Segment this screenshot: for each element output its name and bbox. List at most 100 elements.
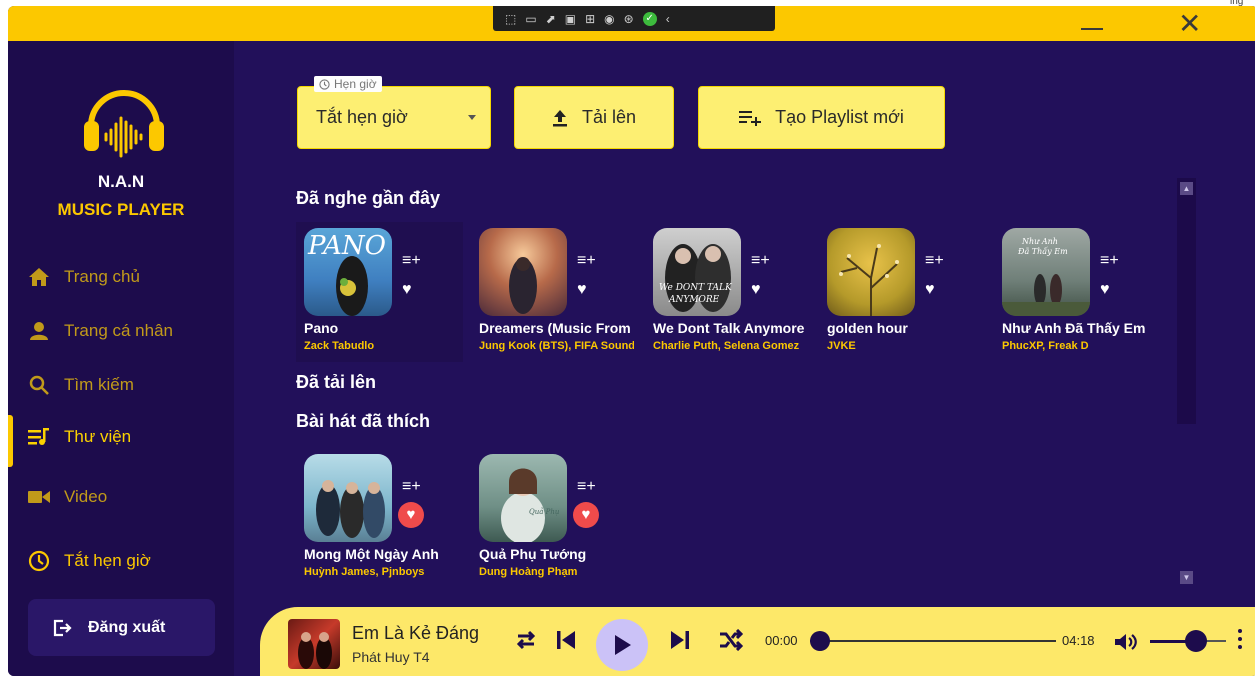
recent-scrollbar[interactable]: ▲ — [1177, 178, 1196, 424]
background-window-text: ing — [1230, 0, 1244, 7]
clock-icon — [28, 550, 50, 572]
song-card[interactable]: ≡+ ♥ golden hour JVKE — [819, 222, 986, 362]
album-art — [304, 454, 392, 542]
sidebar: N.A.N MUSIC PLAYER Trang chủ Trang cá nh… — [8, 41, 234, 676]
more-options-button[interactable] — [1238, 629, 1242, 653]
active-indicator — [8, 415, 13, 467]
add-to-queue-icon[interactable]: ≡+ — [402, 252, 421, 270]
app-name-line1: N.A.N — [97, 172, 145, 191]
layout-icon[interactable]: ⊞ — [585, 12, 595, 26]
heart-filled-icon[interactable]: ♥ — [573, 502, 599, 528]
close-button[interactable]: ✕ — [1178, 10, 1201, 38]
song-artist: Dung Hoàng Phạm — [479, 566, 578, 578]
sidebar-item-label: Tắt hẹn giờ — [64, 551, 151, 570]
add-to-queue-icon[interactable]: ≡+ — [751, 252, 770, 270]
now-playing-album-art — [288, 619, 340, 669]
scroll-down-icon[interactable]: ▼ — [1180, 571, 1193, 584]
upload-button[interactable]: Tải lên — [514, 86, 674, 149]
search-icon — [28, 374, 50, 396]
logo-headphones-icon — [84, 90, 164, 158]
add-to-queue-icon[interactable]: ≡+ — [1100, 252, 1119, 270]
logout-icon — [53, 619, 72, 636]
song-artist: Charlie Puth, Selena Gomez — [653, 340, 800, 352]
repeat-icon[interactable] — [514, 629, 538, 651]
scroll-up-icon[interactable]: ▲ — [1180, 182, 1193, 195]
sidebar-item-library[interactable]: Thư viện — [8, 413, 234, 467]
timer-select[interactable]: Tắt hẹn giờ — [297, 86, 491, 149]
select-element-icon[interactable]: ⬚ — [505, 12, 516, 26]
heart-icon[interactable]: ♥ — [402, 282, 412, 298]
play-icon — [615, 635, 631, 655]
song-card[interactable]: ≡+ ♥ Mong Một Ngày Anh Huỳnh James, Pjnb… — [296, 448, 463, 588]
heart-icon[interactable]: ♥ — [577, 282, 587, 298]
play-button[interactable] — [596, 619, 648, 671]
song-artist: Zack Tabudlo — [304, 340, 375, 352]
upload-label: Tải lên — [581, 107, 637, 127]
next-icon[interactable] — [670, 629, 690, 651]
song-artist: Jung Kook (BTS), FIFA Sound — [479, 340, 634, 352]
song-card[interactable]: ≡+ ♥ Dreamers (Music From Jung Kook (BTS… — [471, 222, 638, 362]
add-to-queue-icon[interactable]: ≡+ — [577, 478, 596, 496]
song-title: Dreamers (Music From — [479, 320, 631, 336]
volume-icon[interactable] — [1113, 631, 1139, 653]
seek-slider-track[interactable] — [810, 640, 1056, 642]
heart-filled-icon[interactable]: ♥ — [398, 502, 424, 528]
svg-text:Quả Phụ: Quả Phụ — [529, 507, 560, 516]
album-art — [479, 228, 567, 316]
song-title: Như Anh Đã Thấy Em — [1002, 320, 1146, 336]
song-card[interactable]: Như Anh Đã Thấy Em ≡+ ♥ Như Anh Đã Thấy E… — [994, 222, 1161, 362]
heart-icon[interactable]: ♥ — [1100, 282, 1110, 298]
check-icon[interactable]: ✓ — [642, 11, 657, 26]
sidebar-item-search[interactable]: Tìm kiếm — [8, 361, 234, 409]
clock-icon — [319, 78, 330, 90]
heart-icon[interactable]: ♥ — [925, 282, 935, 298]
logout-button[interactable]: Đăng xuất — [28, 599, 215, 656]
add-to-queue-icon[interactable]: ≡+ — [577, 252, 596, 270]
upload-icon — [552, 109, 567, 126]
time-current: 00:00 — [765, 633, 798, 648]
seek-slider-thumb[interactable] — [810, 631, 830, 651]
timer-select-value: Tắt hẹn giờ — [316, 107, 408, 127]
now-playing-artist: Phát Huy T4 — [352, 649, 430, 665]
svg-text:We DONT TALK: We DONT TALK — [659, 283, 733, 293]
previous-icon[interactable] — [556, 629, 576, 651]
minimize-button[interactable] — [1081, 28, 1103, 30]
new-playlist-button[interactable]: Tạo Playlist mới — [698, 86, 945, 149]
album-art: Quả Phụ — [479, 454, 567, 542]
timer-select-floating-label: Hẹn giờ — [314, 76, 382, 92]
home-icon — [28, 266, 50, 288]
song-title: golden hour — [827, 320, 908, 336]
new-playlist-label: Tạo Playlist mới — [775, 107, 904, 127]
svg-text:Như Anh: Như Anh — [1021, 237, 1058, 246]
sidebar-item-label: Video — [64, 487, 108, 506]
album-art: Như Anh Đã Thấy Em — [1002, 228, 1090, 316]
sidebar-item-video[interactable]: Video — [8, 473, 234, 521]
volume-slider-thumb[interactable] — [1184, 630, 1207, 652]
timer-label-text: Hẹn giờ — [334, 77, 377, 91]
sidebar-item-timer[interactable]: Tắt hẹn giờ — [8, 537, 234, 585]
svg-text:ANYMORE: ANYMORE — [668, 295, 720, 305]
app-name-line2: MUSIC PLAYER — [57, 200, 185, 219]
song-card[interactable]: We DONT TALK ANYMORE ≡+ ♥ We Dont Talk An… — [645, 222, 812, 362]
frame-icon[interactable]: ▣ — [565, 12, 576, 26]
hot-reload-icon[interactable]: ◉ — [604, 12, 614, 26]
sidebar-item-profile[interactable]: Trang cá nhân — [8, 307, 234, 355]
sidebar-item-home[interactable]: Trang chủ — [8, 253, 234, 301]
song-title: Pano — [304, 320, 339, 336]
heart-icon[interactable]: ♥ — [751, 282, 761, 298]
add-to-queue-icon[interactable]: ≡+ — [925, 252, 944, 270]
section-uploaded-title: Đã tải lên — [296, 372, 377, 392]
shuffle-icon[interactable] — [718, 629, 744, 651]
player-bar: Em Là Kẻ Đáng Phát Huy T4 00:00 04:18 — [260, 607, 1255, 676]
album-art: PANO — [304, 228, 392, 316]
pointer-icon[interactable]: ⬈ — [546, 12, 556, 26]
collapse-icon[interactable]: ‹ — [666, 12, 670, 26]
accessibility-icon[interactable]: ⊛ — [624, 12, 634, 26]
video-icon[interactable]: ▭ — [525, 12, 536, 26]
song-card[interactable]: Quả Phụ ≡+ ♥ Quả Phụ Tướng Dung Hoàng Ph… — [471, 448, 638, 588]
song-card[interactable]: PANO ≡+ ♥ Pano Zack Tabudlo — [296, 222, 463, 362]
playlist-add-icon — [739, 110, 762, 126]
add-to-queue-icon[interactable]: ≡+ — [402, 478, 421, 496]
song-artist: JVKE — [827, 340, 856, 352]
section-recent-title: Đã nghe gần đây — [296, 188, 441, 208]
